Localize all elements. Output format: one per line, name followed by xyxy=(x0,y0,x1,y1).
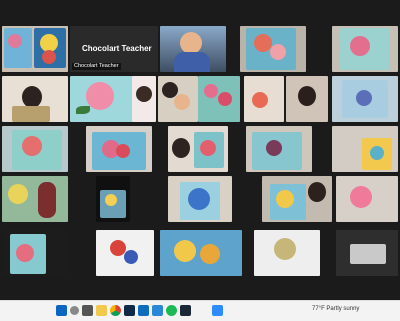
participant-tile[interactable] xyxy=(332,26,398,72)
task-view-icon[interactable] xyxy=(82,305,93,316)
participant-name: Chocolart Teacher xyxy=(72,63,121,70)
spotify-icon[interactable] xyxy=(166,305,177,316)
weather-status[interactable]: 77°F Partly sunny xyxy=(312,306,359,312)
participant-tile[interactable] xyxy=(132,76,156,122)
participant-tile[interactable] xyxy=(254,230,320,276)
windows-taskbar: 77°F Partly sunny xyxy=(0,300,400,321)
zoom-icon[interactable] xyxy=(212,305,223,316)
participant-tile[interactable]: Chocolart Teacher Chocolart Teacher xyxy=(70,26,158,72)
participant-tile[interactable] xyxy=(168,126,228,172)
participant-tile[interactable] xyxy=(332,76,398,122)
search-icon[interactable] xyxy=(70,306,79,315)
participant-tile[interactable] xyxy=(246,126,312,172)
participant-tile[interactable] xyxy=(96,230,154,276)
start-icon[interactable] xyxy=(56,305,67,316)
file-explorer-icon[interactable] xyxy=(96,305,107,316)
participant-name-large: Chocolart Teacher xyxy=(82,44,152,53)
participant-tile[interactable] xyxy=(168,176,232,222)
gallery-grid: Chocolart Teacher Chocolart Teacher xyxy=(0,26,400,282)
steam-icon[interactable] xyxy=(180,305,191,316)
participant-tile[interactable] xyxy=(240,26,306,72)
participant-tile[interactable] xyxy=(158,76,198,122)
participant-tile[interactable] xyxy=(2,176,68,222)
participant-tile[interactable] xyxy=(160,230,242,276)
mail-icon[interactable] xyxy=(138,305,149,316)
participant-tile[interactable] xyxy=(2,126,68,172)
participant-tile[interactable] xyxy=(160,26,226,72)
store-icon[interactable] xyxy=(152,305,163,316)
chrome-icon[interactable] xyxy=(110,305,121,316)
participant-tile[interactable] xyxy=(96,176,130,222)
participant-tile[interactable] xyxy=(2,230,68,276)
meeting-top-bar xyxy=(0,0,400,26)
participant-tile[interactable] xyxy=(198,76,240,122)
grid-bottom-spacer xyxy=(0,282,400,300)
participant-tile[interactable] xyxy=(2,26,68,72)
participant-tile[interactable] xyxy=(336,176,398,222)
participant-tile[interactable] xyxy=(262,176,332,222)
participant-tile[interactable] xyxy=(244,76,284,122)
participant-tile[interactable] xyxy=(86,126,152,172)
participant-tile[interactable] xyxy=(286,76,328,122)
participant-tile[interactable] xyxy=(2,76,68,122)
participant-tile[interactable] xyxy=(332,126,398,172)
participant-tile[interactable] xyxy=(336,230,398,276)
photoshop-icon[interactable] xyxy=(124,305,135,316)
participant-tile[interactable] xyxy=(70,76,136,122)
